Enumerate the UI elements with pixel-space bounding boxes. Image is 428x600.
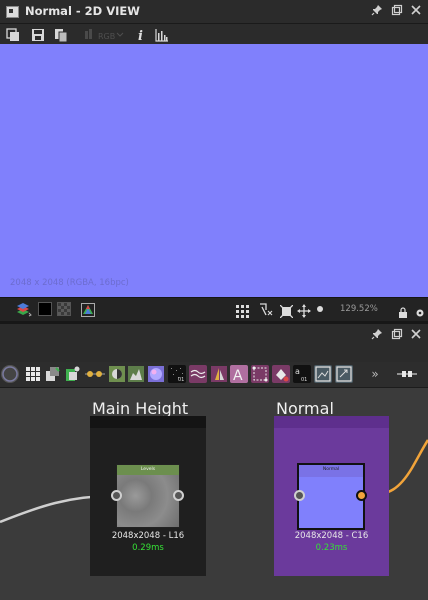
restore-icon[interactable] <box>390 328 404 342</box>
pan-icon[interactable] <box>297 303 311 318</box>
view-titlebar: Normal - 2D VIEW <box>0 0 428 24</box>
checker-icon[interactable] <box>57 302 71 316</box>
save-icon[interactable] <box>31 27 45 41</box>
levels-output-port[interactable] <box>173 490 184 501</box>
warp-icon[interactable] <box>189 365 207 383</box>
settings-icon[interactable] <box>415 304 428 318</box>
save-as-icon[interactable] <box>6 27 20 41</box>
dot-icon[interactable] <box>317 306 323 312</box>
color-icon[interactable] <box>81 302 95 317</box>
normal-node[interactable]: Normal <box>297 463 365 530</box>
view-toolbar: RGB i <box>0 24 428 44</box>
image-info: 2048 x 2048 (RGBA, 16bpc) <box>10 278 129 288</box>
blend-icon[interactable] <box>44 365 62 383</box>
more-icon[interactable]: » <box>366 365 384 383</box>
pin-icon[interactable] <box>370 4 384 18</box>
levels-node-time: 0.29ms <box>132 543 164 553</box>
levels-node-preview <box>117 475 179 527</box>
info-icon[interactable]: i <box>134 27 148 44</box>
levels-icon[interactable] <box>108 365 126 383</box>
grid-icon[interactable] <box>24 365 42 383</box>
normal-icon[interactable] <box>147 365 165 383</box>
node-library-bar: 01 A a 01 » <box>0 362 428 388</box>
svg-text:01: 01 <box>178 377 184 383</box>
histogram-icon[interactable] <box>127 365 145 383</box>
noise-icon[interactable]: 01 <box>168 365 186 383</box>
curve-icon[interactable] <box>84 365 105 383</box>
levels-node[interactable]: Levels <box>116 464 180 528</box>
channel-label: RGB <box>98 32 115 41</box>
svg-text:a: a <box>295 367 300 376</box>
levels-node-label: Levels <box>140 467 156 472</box>
fill-icon[interactable] <box>272 365 290 383</box>
gradient-icon[interactable] <box>64 365 82 383</box>
pixel-processor-icon[interactable] <box>396 365 418 383</box>
svg-text:A: A <box>233 368 243 383</box>
zoom-level[interactable]: 129.52% <box>340 304 378 314</box>
levels-input-port[interactable] <box>111 490 122 501</box>
svg-text:01: 01 <box>301 377 307 383</box>
transform-icon[interactable] <box>251 365 269 383</box>
svg-text:i: i <box>138 29 143 42</box>
app-icon <box>6 6 19 18</box>
close-icon[interactable] <box>409 4 423 18</box>
view-statusbar: 129.52% <box>0 297 428 321</box>
value-icon[interactable]: a 01 <box>293 365 311 383</box>
layers-icon[interactable] <box>16 302 32 317</box>
normal-output-port[interactable] <box>356 490 367 501</box>
copy-icon[interactable] <box>54 27 68 43</box>
histogram-icon[interactable] <box>155 27 169 42</box>
graph-titlebar <box>0 324 428 362</box>
text-icon[interactable]: A <box>230 365 248 384</box>
pin-icon[interactable] <box>370 328 384 342</box>
black-square-icon[interactable] <box>38 302 52 316</box>
normal-input-port[interactable] <box>294 490 305 501</box>
atomic-icon[interactable] <box>1 365 19 383</box>
svg-icon[interactable] <box>335 365 353 383</box>
fit-icon[interactable] <box>279 303 294 319</box>
normal-node-resolution: 2048x2048 - C16 <box>294 531 369 541</box>
channel-dropdown[interactable]: RGB <box>84 27 124 41</box>
normal-node-time: 0.23ms <box>315 543 348 553</box>
image-icon[interactable] <box>314 365 332 383</box>
graph-canvas[interactable]: Main Height Levels 2048x2048 - L16 0.29m… <box>0 388 428 600</box>
lock-icon[interactable] <box>398 304 412 318</box>
window-title: Normal - 2D VIEW <box>25 4 140 18</box>
tiling-icon[interactable] <box>258 302 273 316</box>
normal-node-preview <box>299 477 363 528</box>
close-icon[interactable] <box>409 328 423 342</box>
restore-icon[interactable] <box>390 4 404 18</box>
normal-node-label: Normal <box>322 467 340 472</box>
view2d-canvas[interactable]: 2048 x 2048 (RGBA, 16bpc) <box>0 44 428 297</box>
levels-node-resolution: 2048x2048 - L16 <box>111 531 185 541</box>
grid-icon[interactable] <box>236 303 250 318</box>
channels-icon[interactable] <box>210 365 228 383</box>
